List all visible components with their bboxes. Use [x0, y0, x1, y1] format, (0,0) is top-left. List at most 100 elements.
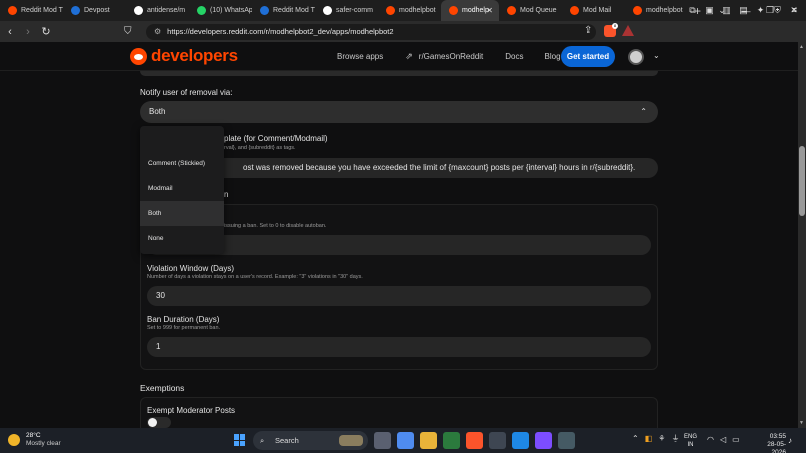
- get-started-button[interactable]: Get started: [561, 46, 615, 67]
- battery-icon: ▭: [732, 435, 740, 444]
- browser-tab[interactable]: Mod Queue: [499, 0, 562, 21]
- tab-label: Reddit Mod T: [21, 7, 63, 14]
- weather-widget[interactable]: 28°C Mostly clear: [8, 432, 61, 448]
- dropdown-option[interactable]: Comment (Stickied): [140, 151, 224, 176]
- dropdown-option[interactable]: None: [140, 226, 224, 251]
- developers-logo[interactable]: developers: [130, 46, 238, 66]
- notepad-icon[interactable]: [489, 432, 506, 449]
- scrollbar-thumb[interactable]: [799, 146, 805, 216]
- nav-community[interactable]: r/GamesOnReddit: [419, 52, 483, 61]
- browser-tab[interactable]: safer-comm: [315, 0, 378, 21]
- github-icon: [323, 6, 332, 15]
- nav-docs[interactable]: Docs: [505, 52, 523, 61]
- chevron-up-icon: ⌃: [640, 107, 647, 116]
- dropdown-option[interactable]: Modmail: [140, 176, 224, 201]
- reddit-icon: [507, 6, 516, 15]
- terminal-icon[interactable]: [558, 432, 575, 449]
- scroll-up-icon[interactable]: ▲: [799, 44, 804, 50]
- violation-window-input[interactable]: 30: [147, 286, 651, 306]
- volume-icon: ◁: [719, 435, 727, 444]
- address-bar[interactable]: ⚙ https://developers.reddit.com/r/modhel…: [146, 23, 596, 40]
- search-icon: ⌕: [260, 436, 265, 445]
- reddit-snoo-icon: [130, 47, 147, 65]
- violation-window-label: Violation Window (Days): [147, 264, 234, 273]
- page-scrollbar[interactable]: ▲ ▼: [798, 42, 806, 428]
- store-icon[interactable]: [443, 432, 460, 449]
- search-highlight-image: [339, 435, 363, 446]
- site-info-icon[interactable]: ⚙: [154, 27, 161, 36]
- windows-start-icon[interactable]: [234, 434, 246, 446]
- clock[interactable]: 03:55 28-05-2026: [758, 433, 786, 453]
- wifi-icon: ◠: [707, 435, 714, 444]
- browser-tab[interactable]: Reddit Mod T: [252, 0, 315, 21]
- sidebar-icon[interactable]: ▥: [721, 3, 732, 17]
- exempt-mod-toggle[interactable]: [147, 417, 171, 428]
- tab-label: safer-comm: [336, 7, 373, 14]
- tab-strip: Reddit Mod T Devpost antidense/m (10) Whats…: [0, 0, 806, 21]
- notify-select[interactable]: Both ⌃: [140, 101, 658, 123]
- leo-icon[interactable]: ✦: [755, 3, 766, 17]
- reddit-icon: [633, 6, 642, 15]
- share-icon[interactable]: ⇪: [584, 25, 592, 36]
- close-tab-icon[interactable]: ✕: [486, 6, 493, 15]
- nav-blog[interactable]: Blog: [545, 52, 561, 61]
- violation-window-hint: Number of days a violation stays on a us…: [147, 274, 363, 280]
- status-icons[interactable]: ◠ ◁ ▭: [707, 435, 740, 444]
- notification-bell-icon[interactable]: ♪: [788, 436, 792, 445]
- external-link-icon: ⇗: [405, 51, 413, 61]
- devpost-icon: [71, 6, 80, 15]
- avatar[interactable]: [628, 49, 644, 65]
- language-indicator[interactable]: ENG IN: [684, 433, 697, 449]
- browser-toolbar: ‹ › ↻ ⛉ ⚙ https://developers.reddit.com/…: [0, 21, 806, 42]
- chevron-up-icon[interactable]: ⌃: [632, 434, 639, 443]
- vscode-icon[interactable]: [512, 432, 529, 449]
- ban-duration-input[interactable]: 1: [147, 337, 651, 357]
- tray-app-icon[interactable]: ◧: [645, 434, 653, 443]
- ban-duration-value: 1: [156, 342, 161, 351]
- taskbar-search[interactable]: ⌕ Search: [253, 431, 368, 450]
- forward-icon[interactable]: ›: [20, 26, 36, 38]
- clock-date: 28-05-2026: [767, 441, 786, 453]
- discord-icon[interactable]: [535, 432, 552, 449]
- back-icon[interactable]: ‹: [2, 26, 18, 38]
- dropdown-option[interactable]: Both: [140, 201, 224, 226]
- bookmark-icon[interactable]: ⛉: [124, 26, 138, 37]
- task-view-icon[interactable]: [374, 432, 391, 449]
- tab-label: modhelp: [462, 7, 489, 14]
- vpn-icon[interactable]: ⛨: [772, 3, 783, 17]
- tab-label: antidense/m: [147, 7, 186, 14]
- tab-label: Mod Queue: [520, 7, 557, 14]
- reload-icon[interactable]: ↻: [38, 25, 54, 38]
- search-label: Search: [275, 436, 299, 445]
- browser-tab[interactable]: modhelpbot: [378, 0, 441, 21]
- extensions-icon[interactable]: ⧉: [687, 3, 698, 17]
- weather-temp: 28°C: [26, 432, 41, 439]
- ban-duration-hint: Set to 999 for permanent ban.: [147, 325, 221, 331]
- browser-tab[interactable]: Devpost: [63, 0, 126, 21]
- brave-rewards-icon[interactable]: [622, 25, 634, 36]
- toolbar-right: ⧉ ▣ ▥ ▤ ✦ ⛨ ≡: [687, 3, 800, 17]
- microphone-icon[interactable]: ⏚: [671, 433, 679, 444]
- browser-tab[interactable]: (10) WhatsAp: [189, 0, 252, 21]
- logo-text: developers: [151, 46, 238, 65]
- browser-tab[interactable]: antidense/m: [126, 0, 189, 21]
- browser-tab[interactable]: Mod Mail: [562, 0, 625, 21]
- file-explorer-icon[interactable]: [420, 432, 437, 449]
- screenshot-icon[interactable]: ▣: [704, 3, 715, 17]
- nav-browse-apps[interactable]: Browse apps: [337, 52, 383, 61]
- tab-label: modhelpbot: [399, 7, 436, 14]
- site-header: developers Browse apps ⇗ r/GamesOnReddit…: [0, 42, 798, 71]
- browser-tab[interactable]: modhelp ✕: [441, 0, 499, 21]
- bluetooth-icon[interactable]: ⚘: [658, 434, 665, 443]
- browser-tab[interactable]: Reddit Mod T: [0, 0, 63, 21]
- ban-duration-label: Ban Duration (Days): [147, 315, 220, 324]
- scroll-down-icon[interactable]: ▼: [799, 420, 804, 426]
- browser-tab[interactable]: modhelpbot: [625, 0, 688, 21]
- copilot-icon[interactable]: [397, 432, 414, 449]
- notify-dropdown-menu: Comment (Stickied) Modmail Both None: [140, 126, 224, 254]
- brave-icon[interactable]: [466, 432, 483, 449]
- chevron-down-icon[interactable]: ⌄: [653, 51, 660, 60]
- wallet-icon[interactable]: ▤: [738, 3, 749, 17]
- menu-icon[interactable]: ≡: [789, 3, 800, 17]
- previous-field-edge: [140, 71, 658, 76]
